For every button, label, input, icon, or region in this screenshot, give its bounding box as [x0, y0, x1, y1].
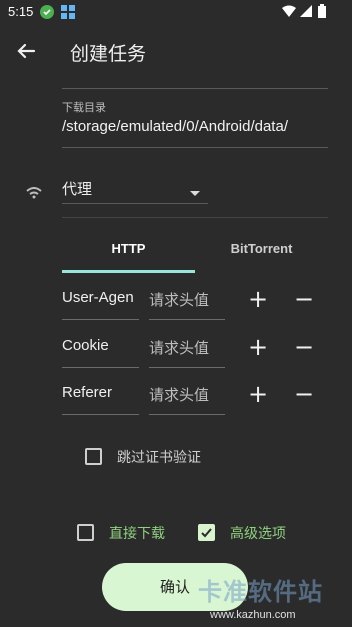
section-divider [62, 217, 328, 218]
battery-icon [318, 4, 326, 22]
header-key-text: Referer [62, 384, 113, 401]
app-bar: 创建任务 [0, 24, 352, 78]
header-row: Referer 请求头值 + − [62, 379, 332, 415]
add-header-button[interactable]: + [246, 335, 270, 360]
header-key-text: Cookie [62, 337, 109, 354]
header-row: Cookie 请求头值 + − [62, 332, 332, 368]
tab-http[interactable]: HTTP [62, 235, 195, 275]
wifi-icon [282, 5, 296, 21]
proxy-label: 代理 [62, 180, 93, 198]
top-field-underline [62, 88, 328, 89]
header-key-input[interactable]: Cookie [62, 332, 139, 368]
header-key-input[interactable]: User-Agen [62, 284, 139, 320]
header-row: User-Agen 请求头值 + − [62, 284, 332, 320]
download-dir-input[interactable]: /storage/emulated/0/Android/data/ [62, 118, 330, 135]
dropdown-arrow-icon [190, 183, 200, 201]
skip-cert-label: 跳过证书验证 [117, 450, 201, 466]
header-value-placeholder: 请求头值 [149, 292, 210, 309]
direct-download-label: 直接下载 [109, 526, 165, 542]
direct-download-checkbox[interactable] [77, 524, 94, 541]
header-key-input[interactable]: Referer [62, 379, 139, 415]
add-header-button[interactable]: + [246, 287, 270, 312]
download-dir-label: 下载目录 [62, 101, 106, 114]
remove-header-button[interactable]: − [292, 382, 316, 407]
add-header-button[interactable]: + [246, 382, 270, 407]
header-value-input[interactable]: 请求头值 [149, 332, 225, 368]
checkmark-icon [201, 528, 212, 538]
header-value-placeholder: 请求头值 [149, 387, 210, 404]
tab-bittorrent[interactable]: BitTorrent [195, 235, 328, 275]
protocol-tabs: HTTP BitTorrent [62, 235, 328, 275]
download-dir-underline [62, 147, 328, 148]
advanced-options-label: 高级选项 [230, 526, 286, 542]
header-value-input[interactable]: 请求头值 [149, 379, 225, 415]
header-value-input[interactable]: 请求头值 [149, 284, 225, 320]
tab-indicator [62, 270, 195, 273]
watermark-url: www.kazhun.com [210, 609, 296, 621]
notification-grid-icon [61, 5, 75, 23]
status-bar: 5:15 [0, 0, 352, 24]
back-arrow-icon[interactable] [12, 37, 40, 65]
header-key-text: User-Agen [62, 289, 134, 306]
advanced-options-checkbox[interactable] [198, 524, 215, 541]
proxy-underline [62, 203, 208, 204]
skip-cert-checkbox[interactable] [85, 448, 102, 465]
page-title: 创建任务 [70, 43, 147, 65]
notification-app-icon [40, 5, 54, 23]
remove-header-button[interactable]: − [292, 335, 316, 360]
network-icon [26, 184, 42, 203]
remove-header-button[interactable]: − [292, 287, 316, 312]
signal-icon [300, 5, 312, 21]
proxy-dropdown[interactable]: 代理 [62, 178, 208, 204]
watermark-logo: 卡准软件站 [198, 578, 323, 606]
header-value-placeholder: 请求头值 [149, 340, 210, 357]
status-time: 5:15 [8, 4, 34, 19]
